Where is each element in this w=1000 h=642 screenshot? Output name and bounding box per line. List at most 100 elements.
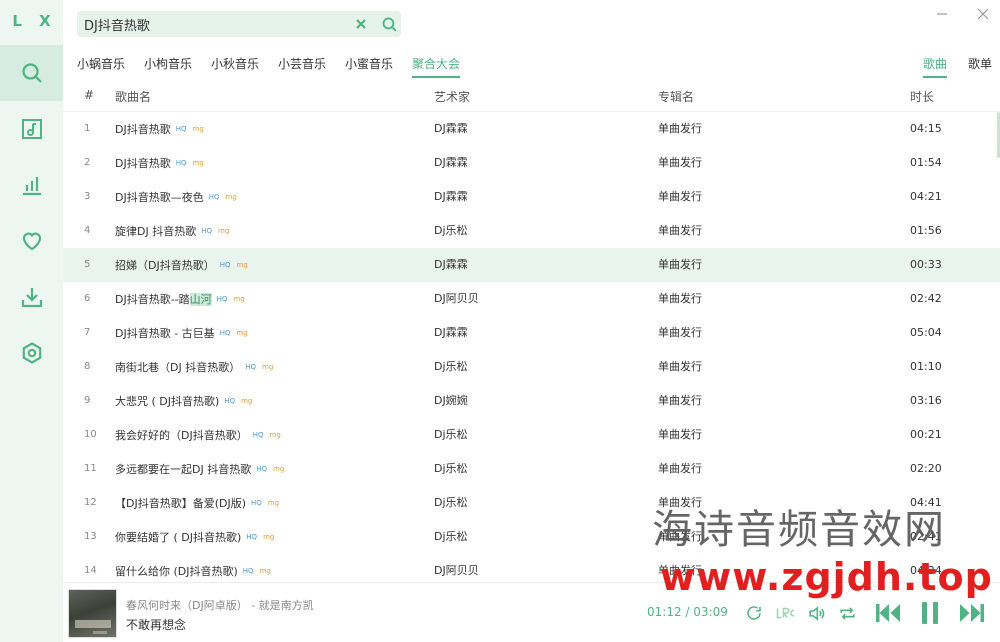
- tab-source-xiaomi[interactable]: 小蜜音乐: [345, 55, 393, 72]
- album-name[interactable]: 单曲发行: [658, 418, 702, 452]
- artist-name[interactable]: DJ婉婉: [434, 384, 468, 418]
- previous-button[interactable]: [874, 601, 902, 625]
- download-icon: [21, 288, 42, 308]
- duration: 00:21: [910, 428, 942, 441]
- table-row[interactable]: 10 我会好好的（DJ抖音热歌） HQ mg Dj乐松 单曲发行 00:21: [63, 418, 1000, 452]
- table-row[interactable]: 7 DJ抖音热歌 - 古巨基 HQ mg DJ霖霖 单曲发行 05:04: [63, 316, 1000, 350]
- sidebar-item-leaderboard[interactable]: [0, 157, 63, 213]
- row-number: 7: [84, 327, 91, 338]
- total-time: 03:09: [693, 605, 728, 619]
- sidebar-item-song-list[interactable]: [0, 101, 63, 157]
- table-row[interactable]: 2 DJ抖音热歌 HQ mg DJ霖霖 单曲发行 01:54: [63, 146, 1000, 180]
- hq-badge: HQ: [224, 397, 236, 405]
- search-input[interactable]: [77, 11, 347, 37]
- sidebar-item-download[interactable]: [0, 269, 63, 325]
- column-header-name: 歌曲名: [115, 90, 152, 104]
- album-name[interactable]: 单曲发行: [658, 350, 702, 384]
- song-name: 大悲咒 ( DJ抖音热歌) HQ mg: [115, 395, 253, 408]
- hq-badge: HQ: [175, 125, 187, 133]
- table-row[interactable]: 9 大悲咒 ( DJ抖音热歌) HQ mg DJ婉婉 单曲发行 03:16: [63, 384, 1000, 418]
- song-name: 留什么给你 (DJ抖音热歌) HQ mg: [115, 565, 271, 578]
- tab-source-xiaoyun[interactable]: 小芸音乐: [278, 55, 326, 72]
- minimize-button[interactable]: [932, 4, 952, 24]
- sidebar-item-settings[interactable]: [0, 325, 63, 381]
- search-highlight: 山河: [189, 293, 212, 306]
- sidebar: L X: [0, 0, 63, 642]
- artist-name[interactable]: DJ阿贝贝: [434, 554, 479, 582]
- column-header-artist: 艺术家: [434, 90, 471, 104]
- comment-button[interactable]: [742, 601, 766, 625]
- album-name[interactable]: 单曲发行: [658, 282, 702, 316]
- minimize-icon: [937, 13, 947, 15]
- column-header-duration: 时长: [910, 90, 935, 104]
- tab-source-xiaogou[interactable]: 小枸音乐: [144, 55, 192, 72]
- hq-badge: HQ: [251, 499, 262, 507]
- artist-name[interactable]: DJ霖霖: [434, 180, 468, 214]
- album-name[interactable]: 单曲发行: [658, 452, 702, 486]
- album-name[interactable]: 单曲发行: [658, 214, 702, 248]
- column-header-album: 专辑名: [658, 90, 695, 104]
- hq-badge: HQ: [208, 193, 220, 201]
- skip-previous-icon: [876, 604, 900, 622]
- table-row[interactable]: 4 旋律DJ 抖音热歌 HQ mg Dj乐松 单曲发行 01:56: [63, 214, 1000, 248]
- lyric-toggle-button[interactable]: [773, 601, 797, 625]
- row-number: 2: [84, 157, 91, 168]
- search-clear-button[interactable]: [352, 15, 370, 33]
- album-name[interactable]: 单曲发行: [658, 248, 702, 282]
- artist-name[interactable]: DJ霖霖: [434, 112, 468, 146]
- artist-name[interactable]: Dj乐松: [434, 452, 468, 486]
- current-time: 01:12: [647, 605, 682, 619]
- mg-badge: mg: [225, 193, 237, 201]
- hq-badge: HQ: [201, 227, 212, 235]
- tab-type-playlists[interactable]: 歌单: [968, 55, 992, 72]
- album-name[interactable]: 单曲发行: [658, 384, 702, 418]
- artist-name[interactable]: Dj乐松: [434, 486, 468, 520]
- artist-name[interactable]: Dj乐松: [434, 418, 468, 452]
- tab-source-xiaowo[interactable]: 小蜗音乐: [77, 55, 125, 72]
- tab-type-songs[interactable]: 歌曲: [923, 55, 948, 78]
- next-button[interactable]: [958, 601, 986, 625]
- pause-button[interactable]: [916, 601, 944, 625]
- close-window-button[interactable]: [973, 4, 993, 24]
- sidebar-item-favorites[interactable]: [0, 213, 63, 269]
- table-row[interactable]: 6 DJ抖音热歌--踏山河 HQ mg DJ阿贝贝 单曲发行 02:42: [63, 282, 1000, 316]
- tab-source-aggregate[interactable]: 聚合大会: [412, 55, 461, 78]
- hq-badge: HQ: [242, 567, 254, 575]
- mg-badge: mg: [273, 465, 285, 473]
- hq-badge: HQ: [246, 533, 258, 541]
- table-row-hovered[interactable]: 5 招娣（DJ抖音热歌） HQ mg DJ霖霖 单曲发行 00:33: [63, 248, 1000, 282]
- now-playing-title: 春风何时来（DJ阿卓版） - 就是南方凯: [126, 599, 314, 612]
- album-name[interactable]: 单曲发行: [658, 180, 702, 214]
- album-name[interactable]: 单曲发行: [658, 112, 702, 146]
- album-cover[interactable]: [68, 589, 117, 638]
- app-logo: L X: [12, 12, 57, 30]
- table-row[interactable]: 8 南街北巷（DJ 抖音热歌） HQ mg Dj乐松 单曲发行 01:10: [63, 350, 1000, 384]
- artist-name[interactable]: Dj乐松: [434, 520, 468, 554]
- artist-name[interactable]: DJ霖霖: [434, 146, 468, 180]
- artist-name[interactable]: DJ霖霖: [434, 248, 468, 282]
- mg-badge: mg: [267, 499, 280, 507]
- hq-badge: HQ: [219, 329, 231, 337]
- artist-name[interactable]: Dj乐松: [434, 350, 468, 384]
- table-row[interactable]: 11 多远都要在一起DJ 抖音热歌 HQ mg Dj乐松 单曲发行 02:20: [63, 452, 1000, 486]
- album-name[interactable]: 单曲发行: [658, 146, 702, 180]
- column-header-number: #: [84, 88, 95, 102]
- duration: 01:10: [910, 360, 942, 373]
- song-name: 旋律DJ 抖音热歌 HQ mg: [115, 225, 230, 238]
- album-name[interactable]: 单曲发行: [658, 316, 702, 350]
- table-row[interactable]: 1 DJ抖音热歌 HQ mg DJ霖霖 单曲发行 04:15: [63, 112, 1000, 146]
- sidebar-item-search[interactable]: [0, 45, 63, 101]
- table-row[interactable]: 3 DJ抖音热歌—夜色 HQ mg DJ霖霖 单曲发行 04:21: [63, 180, 1000, 214]
- hq-badge: HQ: [219, 261, 231, 269]
- artist-name[interactable]: DJ阿贝贝: [434, 282, 479, 316]
- heart-icon: [22, 232, 41, 251]
- search-icon: [382, 17, 397, 32]
- duration: 04:15: [910, 122, 942, 135]
- watermark-url: www.zgjdh.top: [660, 555, 993, 599]
- search-button[interactable]: [378, 13, 400, 35]
- artist-name[interactable]: DJ霖霖: [434, 316, 468, 350]
- artist-name[interactable]: Dj乐松: [434, 214, 468, 248]
- repeat-mode-button[interactable]: [835, 601, 859, 625]
- volume-button[interactable]: [804, 601, 828, 625]
- tab-source-xiaoqiu[interactable]: 小秋音乐: [211, 55, 259, 72]
